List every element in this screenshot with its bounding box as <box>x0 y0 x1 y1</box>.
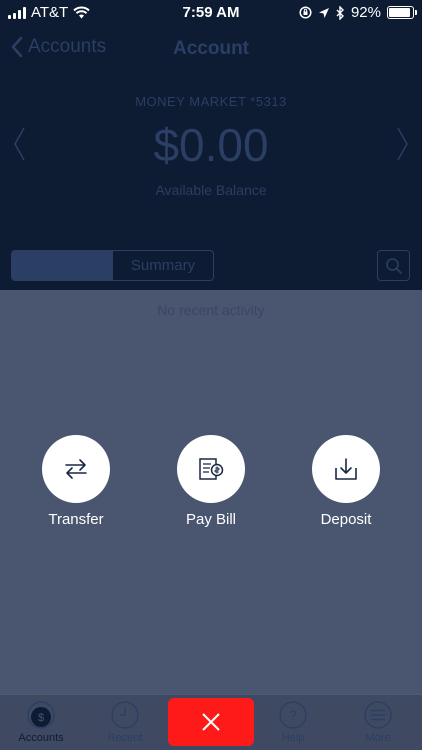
tab-more[interactable]: More <box>338 700 418 744</box>
tab-recent[interactable]: Recent <box>85 700 165 744</box>
menu-icon <box>363 700 393 730</box>
tab-help[interactable]: ? Help <box>253 700 333 744</box>
balance-label: Available Balance <box>155 182 267 198</box>
segment-active[interactable] <box>12 251 113 280</box>
deposit-icon <box>335 458 357 480</box>
battery-fill <box>389 8 411 17</box>
status-bar: AT&T 7:59 AM 92% <box>0 0 422 26</box>
battery-percent: 92% <box>350 4 381 21</box>
transfer-button[interactable] <box>42 435 110 503</box>
transfer-label: Transfer <box>48 511 104 528</box>
tab-accounts[interactable]: $ Accounts <box>1 700 81 744</box>
pay-bill-icon <box>199 458 224 480</box>
svg-text:?: ? <box>289 707 297 723</box>
search-button[interactable] <box>377 250 410 281</box>
svg-text:$: $ <box>38 712 44 724</box>
location-icon <box>318 7 329 18</box>
segment-summary[interactable]: Summary <box>113 251 213 280</box>
tab-more-label: More <box>365 732 391 744</box>
transfer-action[interactable]: Transfer <box>21 435 131 528</box>
deposit-action[interactable]: Deposit <box>291 435 401 528</box>
deposit-button[interactable] <box>312 435 380 503</box>
tab-accounts-label: Accounts <box>18 732 64 744</box>
pay-bill-button[interactable] <box>177 435 245 503</box>
account-header: Accounts Account MONEY MARKET *5313 $0.0… <box>0 26 422 290</box>
close-actions-button[interactable] <box>168 698 254 746</box>
deposit-label: Deposit <box>320 511 372 528</box>
pay-bill-action[interactable]: Pay Bill <box>156 435 266 528</box>
quick-actions: Transfer Pay Bill Deposit <box>0 435 422 535</box>
battery-icon <box>387 6 417 19</box>
account-name: MONEY MARKET *5313 <box>135 94 287 109</box>
clock-icon <box>110 700 140 730</box>
bluetooth-icon <box>336 5 344 20</box>
pay-bill-label: Pay Bill <box>185 511 237 528</box>
dollar-icon: $ <box>26 700 56 730</box>
empty-activity-message: No recent activity <box>157 302 265 318</box>
close-icon <box>202 713 220 731</box>
tab-recent-label: Recent <box>107 732 143 744</box>
help-icon: ? <box>278 700 308 730</box>
page-title: Account <box>173 38 249 59</box>
account-balance: $0.00 <box>153 119 269 171</box>
transfer-icon <box>65 459 87 479</box>
rotation-lock-icon <box>299 6 312 19</box>
segment-control: Summary <box>11 250 214 281</box>
tab-help-label: Help <box>281 732 305 744</box>
search-icon <box>385 257 402 274</box>
status-right: 92% <box>299 4 417 21</box>
